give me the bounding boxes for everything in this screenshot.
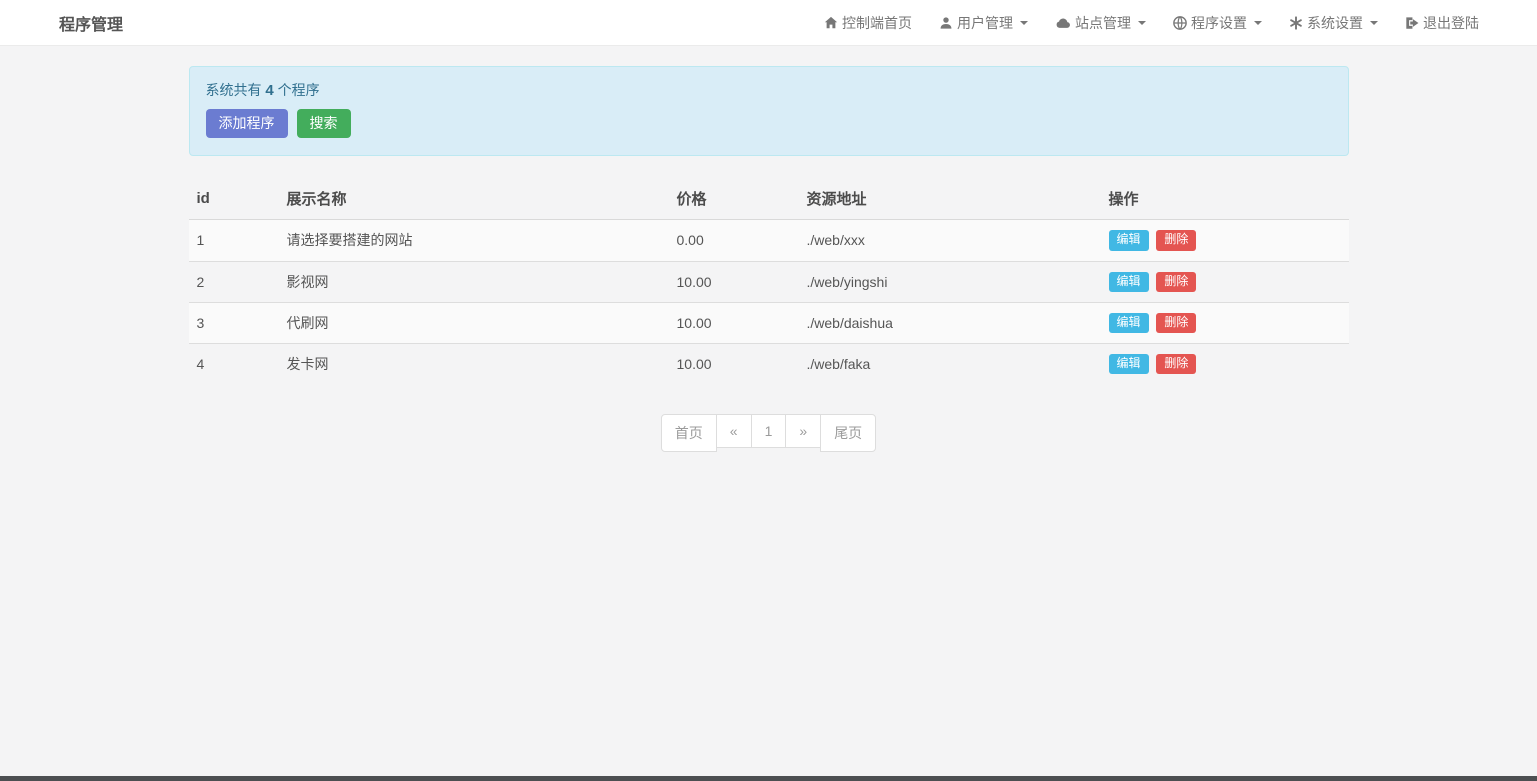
nav-item-label: 控制端首页 (842, 13, 912, 33)
nav-item-logout[interactable]: 退出登陆 (1405, 13, 1479, 33)
cell-name: 发卡网 (279, 343, 669, 384)
cell-id: 3 (189, 302, 279, 343)
pagination-prev[interactable]: « (716, 414, 752, 448)
cell-price: 10.00 (669, 343, 799, 384)
cloud-icon (1055, 16, 1071, 30)
edit-button[interactable]: 编辑 (1109, 354, 1149, 374)
add-program-button[interactable]: 添加程序 (206, 109, 288, 138)
edit-button[interactable]: 编辑 (1109, 272, 1149, 292)
cell-path: ./web/faka (799, 343, 1101, 384)
header-actions: 操作 (1101, 179, 1349, 220)
table-row: 2 影视网 10.00 ./web/yingshi 编辑 删除 (189, 261, 1349, 302)
navbar: 程序管理 控制端首页 用户管理 (0, 0, 1537, 46)
table-row: 3 代刷网 10.00 ./web/daishua 编辑 删除 (189, 302, 1349, 343)
pagination-next[interactable]: » (785, 414, 821, 448)
pagination-first[interactable]: 首页 (661, 414, 717, 452)
nav-item-label: 系统设置 (1307, 13, 1363, 33)
cell-price: 0.00 (669, 220, 799, 261)
nav-item-label: 退出登陆 (1423, 13, 1479, 33)
cell-path: ./web/daishua (799, 302, 1101, 343)
nav-item-label: 站点管理 (1075, 13, 1131, 33)
cell-path: ./web/xxx (799, 220, 1101, 261)
edit-button[interactable]: 编辑 (1109, 313, 1149, 333)
search-button[interactable]: 搜索 (297, 109, 351, 138)
table-row: 4 发卡网 10.00 ./web/faka 编辑 删除 (189, 343, 1349, 384)
programs-table: id 展示名称 价格 资源地址 操作 1 请选择要搭建的网站 0.00 ./we… (189, 179, 1349, 384)
chevron-down-icon (1254, 21, 1262, 25)
asterisk-icon (1289, 16, 1303, 30)
nav-item-user-management[interactable]: 用户管理 (939, 13, 1028, 33)
edit-button[interactable]: 编辑 (1109, 230, 1149, 250)
nav-item-label: 程序设置 (1191, 13, 1247, 33)
pagination-page-1[interactable]: 1 (751, 414, 787, 448)
delete-button[interactable]: 删除 (1156, 313, 1196, 333)
user-icon (939, 16, 953, 30)
header-name: 展示名称 (279, 179, 669, 220)
cell-name: 请选择要搭建的网站 (279, 220, 669, 261)
header-price: 价格 (669, 179, 799, 220)
header-path: 资源地址 (799, 179, 1101, 220)
cell-actions: 编辑 删除 (1101, 302, 1349, 343)
globe-icon (1173, 16, 1187, 30)
cell-id: 1 (189, 220, 279, 261)
nav-item-label: 用户管理 (957, 13, 1013, 33)
sign-out-icon (1405, 16, 1419, 30)
cell-price: 10.00 (669, 261, 799, 302)
nav-item-site-management[interactable]: 站点管理 (1055, 13, 1146, 33)
table-row: 1 请选择要搭建的网站 0.00 ./web/xxx 编辑 删除 (189, 220, 1349, 261)
cell-actions: 编辑 删除 (1101, 343, 1349, 384)
program-count: 4 (265, 82, 273, 99)
header-id: id (189, 179, 279, 220)
table-header-row: id 展示名称 价格 资源地址 操作 (189, 179, 1349, 220)
nav-item-system-settings[interactable]: 系统设置 (1289, 13, 1378, 33)
chevron-down-icon (1020, 21, 1028, 25)
home-icon (824, 16, 838, 30)
cell-actions: 编辑 删除 (1101, 261, 1349, 302)
delete-button[interactable]: 删除 (1156, 272, 1196, 292)
nav-item-program-settings[interactable]: 程序设置 (1173, 13, 1262, 33)
bottom-bar (0, 776, 1537, 781)
cell-id: 2 (189, 261, 279, 302)
cell-price: 10.00 (669, 302, 799, 343)
main-content: 系统共有 4 个程序 添加程序 搜索 id 展示名称 价格 资源地址 操作 1 … (189, 66, 1349, 452)
pagination-last[interactable]: 尾页 (820, 414, 876, 452)
cell-name: 代刷网 (279, 302, 669, 343)
navbar-menu: 控制端首页 用户管理 站点管理 (824, 13, 1479, 33)
page-title[interactable]: 程序管理 (59, 11, 123, 35)
cell-id: 4 (189, 343, 279, 384)
delete-button[interactable]: 删除 (1156, 354, 1196, 374)
delete-button[interactable]: 删除 (1156, 230, 1196, 250)
nav-item-control-home[interactable]: 控制端首页 (824, 13, 912, 33)
program-count-text: 系统共有 4 个程序 (206, 80, 1332, 100)
chevron-down-icon (1138, 21, 1146, 25)
chevron-down-icon (1370, 21, 1378, 25)
info-alert: 系统共有 4 个程序 添加程序 搜索 (189, 66, 1349, 156)
cell-path: ./web/yingshi (799, 261, 1101, 302)
cell-actions: 编辑 删除 (1101, 220, 1349, 261)
cell-name: 影视网 (279, 261, 669, 302)
pagination: 首页 « 1 » 尾页 (189, 414, 1349, 452)
